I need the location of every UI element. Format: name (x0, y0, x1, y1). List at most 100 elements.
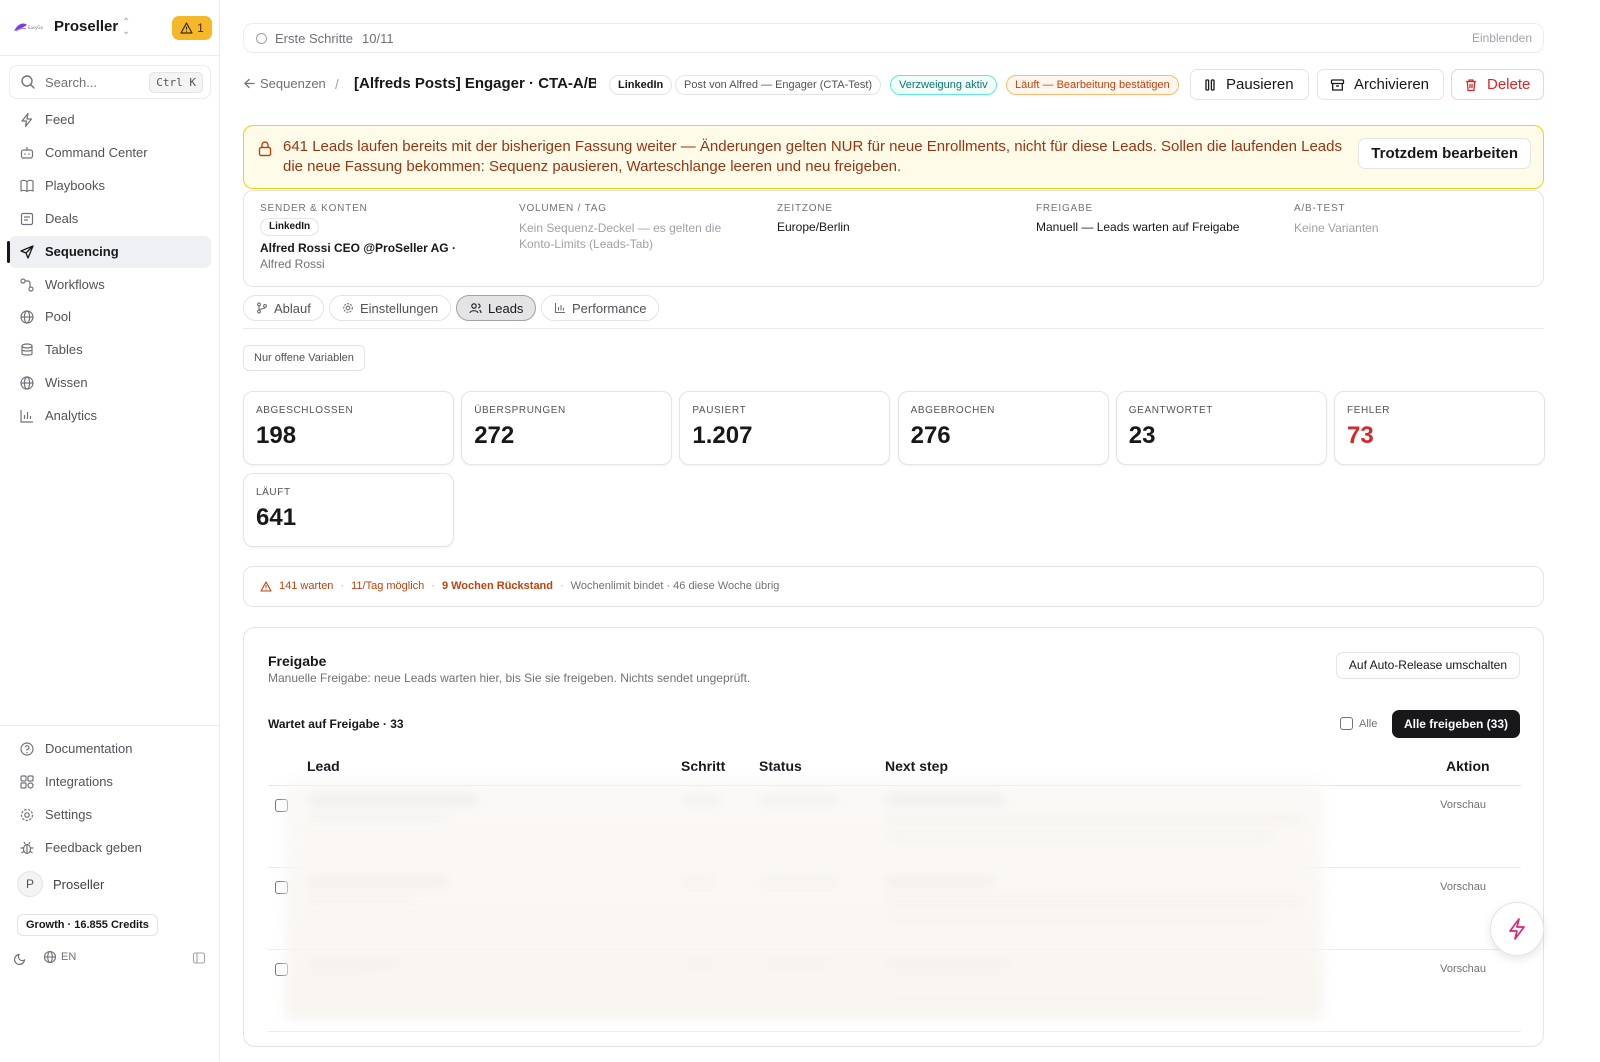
globe-icon (20, 310, 34, 324)
weekly-limit: Wochenlimit bindet · 46 diese Woche übri… (570, 580, 780, 592)
column-next-step[interactable]: Next step (885, 758, 948, 774)
credits-badge[interactable]: Growth · 16.855 Credits (17, 914, 158, 936)
sidebar-collapse-icon[interactable] (192, 951, 206, 965)
running-status-badge[interactable]: Läuft — Bearbeitung bestätigen (1006, 75, 1179, 95)
sidebar-item-wissen[interactable]: Wissen (9, 367, 211, 399)
sidebar-item-command-center[interactable]: Command Center (9, 137, 211, 169)
select-all[interactable]: Alle (1340, 717, 1377, 730)
svg-text:EasyGo: EasyGo (28, 25, 44, 30)
database-icon (21, 343, 33, 356)
sidebar-item-sequencing[interactable]: Sequencing (7, 235, 211, 268)
tab-leads[interactable]: Leads (456, 295, 537, 321)
sender-channel-badge: LinkedIn (260, 218, 320, 236)
sequence-tabs: Ablauf Einstellungen Leads Performance (243, 295, 1544, 329)
preview-button[interactable]: Vorschau (1440, 799, 1486, 811)
lock-icon (258, 141, 272, 157)
archive-button[interactable]: Archivieren (1317, 69, 1444, 100)
pause-button[interactable]: Pausieren (1190, 69, 1309, 100)
column-step[interactable]: Schritt (681, 758, 725, 774)
stat-card-abgebrochen[interactable]: Abgebrochen 276 (897, 391, 1109, 465)
stat-card-geantwortet[interactable]: Geantwortet 23 (1115, 391, 1327, 465)
column-status[interactable]: Status (759, 758, 802, 774)
release-mode-label: Freigabe (1036, 203, 1093, 214)
onboarding-steps-bar[interactable]: Erste Schritte 10/11 Einblenden (243, 23, 1544, 53)
column-lead[interactable]: Lead (307, 758, 340, 774)
onboarding-toggle[interactable]: Einblenden (1472, 31, 1532, 45)
release-mode-value: Manuell — Leads warten auf Freigabe (1036, 220, 1240, 234)
logo-icon: EasyGo (14, 23, 44, 32)
release-all-button[interactable]: Alle freigeben (33) (1391, 710, 1520, 738)
daily-capacity: 11/Tag möglich (351, 580, 425, 592)
delete-label: Delete (1487, 76, 1531, 93)
trash-icon (1466, 78, 1476, 91)
sidebar-item-deals[interactable]: Deals (9, 203, 211, 235)
tab-ablauf[interactable]: Ablauf (243, 295, 324, 321)
sidebar-item-label: Feedback geben (45, 839, 142, 855)
sender-name: Alfred Rossi (260, 257, 325, 271)
language-label: EN (61, 951, 77, 963)
sidebar-item-label: Sequencing (45, 243, 119, 259)
sidebar-item-feedback-geben[interactable]: Feedback geben (9, 832, 211, 864)
pause-icon (1205, 78, 1215, 91)
stat-value: 276 (910, 422, 951, 449)
capacity-warning: 141 warten · 11/Tag möglich · 9 Wochen R… (243, 566, 1544, 607)
workspace-name[interactable]: Proseller (54, 18, 118, 35)
delete-button[interactable]: Delete (1451, 69, 1544, 100)
auto-release-button[interactable]: Auf Auto-Release umschalten (1335, 652, 1520, 679)
select-all-checkbox[interactable] (1340, 717, 1353, 730)
deals-icon (20, 212, 34, 225)
send-icon (20, 244, 34, 259)
stat-card-l-uft[interactable]: Läuft 641 (243, 473, 454, 547)
stat-card--bersprungen[interactable]: Übersprungen 272 (461, 391, 673, 465)
moon-icon[interactable] (14, 951, 28, 965)
tab-performance[interactable]: Performance (541, 295, 660, 321)
stat-value: 641 (256, 504, 297, 531)
sidebar-item-playbooks[interactable]: Playbooks (9, 170, 211, 202)
open-variables-filter[interactable]: Nur offene Variablen (243, 345, 365, 371)
sidebar-item-settings[interactable]: Settings (9, 799, 211, 831)
sidebar: EasyGo Proseller ⌃ ⌄ 1 Search... Ctrl K F… (0, 0, 220, 1062)
tab-label: Ablauf (274, 300, 311, 316)
chart-icon (554, 303, 565, 314)
edit-anyway-button[interactable]: Trotzdem bearbeiten (1358, 138, 1531, 169)
sidebar-item-documentation[interactable]: Documentation (9, 733, 211, 765)
sidebar-item-workflows[interactable]: Workflows (9, 269, 211, 301)
stat-label: Geantwortet (1128, 405, 1213, 416)
tab-label: Leads (488, 300, 524, 316)
onboarding-label: Erste Schritte (275, 31, 354, 46)
sidebar-item-analytics[interactable]: Analytics (9, 400, 211, 432)
user-menu[interactable]: P Proseller (17, 871, 104, 897)
stat-card-pausiert[interactable]: Pausiert 1.207 (679, 391, 891, 465)
brand-header: EasyGo Proseller ⌃ ⌄ 1 (0, 0, 220, 56)
sidebar-item-label: Command Center (45, 144, 148, 160)
sidebar-item-integrations[interactable]: Integrations (9, 766, 211, 798)
alert-badge[interactable]: 1 (172, 16, 212, 40)
sidebar-item-feed[interactable]: Feed (9, 104, 211, 136)
stat-card-fehler[interactable]: Fehler 73 (1334, 391, 1545, 465)
chevron-updown-icon[interactable]: ⌃ ⌄ (122, 18, 130, 37)
language-switcher[interactable]: EN (43, 950, 76, 964)
tab-einstellungen[interactable]: Einstellungen (329, 295, 452, 321)
workflow-icon (20, 277, 34, 292)
back-link[interactable]: Sequenzen (243, 76, 326, 91)
column-action[interactable]: Aktion (1446, 758, 1490, 774)
preview-button[interactable]: Vorschau (1440, 881, 1486, 893)
search-icon (21, 75, 35, 89)
stat-value: 272 (474, 422, 515, 449)
sidebar-item-pool[interactable]: Pool (9, 301, 211, 333)
sender-account: Alfred Rossi CEO @ProSeller AG · (260, 241, 456, 255)
tab-label: Einstellungen (360, 300, 439, 316)
assistant-fab[interactable] (1490, 902, 1544, 956)
preview-button[interactable]: Vorschau (1440, 963, 1486, 975)
search-placeholder: Search... (45, 75, 98, 90)
globe-icon (43, 950, 57, 964)
stat-card-abgeschlossen[interactable]: Abgeschlossen 198 (243, 391, 454, 465)
sidebar-item-label: Playbooks (45, 177, 105, 193)
search-input[interactable]: Search... Ctrl K (9, 65, 211, 99)
sequence-info-card: Sender & Konten LinkedIn Alfred Rossi CE… (243, 190, 1544, 287)
page-title: [Alfreds Posts] Engager · CTA-A/B 5 (354, 75, 596, 92)
sidebar-item-tables[interactable]: Tables (9, 334, 211, 366)
gear-icon (20, 808, 34, 821)
sender-accounts: Sender & Konten LinkedIn Alfred Rossi CE… (260, 203, 490, 271)
arrow-left-icon (244, 78, 255, 89)
